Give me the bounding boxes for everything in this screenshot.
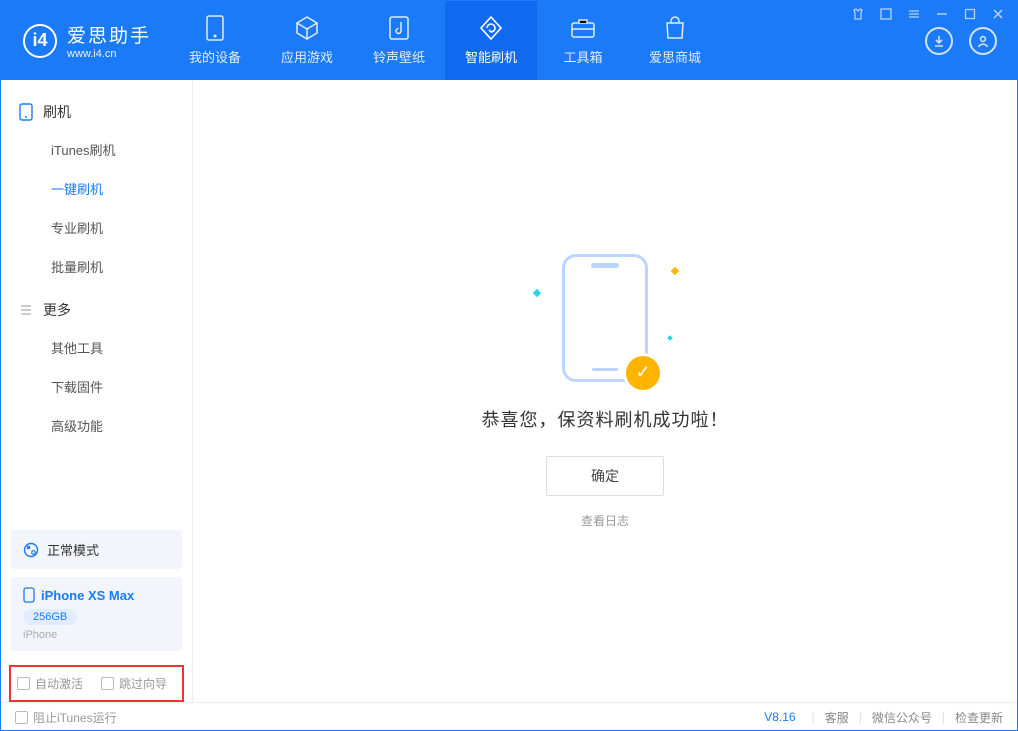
checkbox-label: 阻止iTunes运行 <box>33 709 117 726</box>
brand-url: www.i4.cn <box>67 48 151 60</box>
sidebar-group-more: 更多 <box>1 292 192 328</box>
brand-name: 爱思助手 <box>67 21 151 48</box>
checkbox-label: 跳过向导 <box>119 675 167 692</box>
sidebar: 刷机 iTunes刷机 一键刷机 专业刷机 批量刷机 更多 其他工具 下载固件 … <box>1 80 193 702</box>
checkbox-row-highlighted: 自动激活 跳过向导 <box>9 665 184 702</box>
tab-label: 应用游戏 <box>281 47 333 66</box>
checkbox-icon <box>17 677 30 690</box>
footer-link-support[interactable]: 客服 <box>825 709 849 726</box>
sidebar-item-oneclick-flash[interactable]: 一键刷机 <box>1 169 192 208</box>
window-icon[interactable] <box>878 6 894 22</box>
footer: 阻止iTunes运行 V8.16 | 客服 | 微信公众号 | 检查更新 <box>1 702 1017 731</box>
tab-label: 智能刷机 <box>465 47 517 66</box>
cube-icon <box>294 15 320 41</box>
tab-label: 铃声壁纸 <box>373 47 425 66</box>
list-icon <box>19 303 33 317</box>
success-illustration: ✓ <box>560 254 650 384</box>
maximize-button[interactable] <box>962 6 978 22</box>
sidebar-item-pro-flash[interactable]: 专业刷机 <box>1 208 192 247</box>
tab-apps-games[interactable]: 应用游戏 <box>261 1 353 80</box>
separator: | <box>812 710 815 724</box>
window-controls <box>850 6 1006 22</box>
user-button[interactable] <box>969 27 997 55</box>
header-tabs: 我的设备 应用游戏 铃声壁纸 智能刷机 工具箱 爱思商城 <box>169 1 925 80</box>
separator: | <box>859 710 862 724</box>
tab-toolbox[interactable]: 工具箱 <box>537 1 629 80</box>
device-capacity: 256GB <box>23 609 77 625</box>
group-label: 更多 <box>43 300 71 320</box>
shirt-icon[interactable] <box>850 6 866 22</box>
tab-ringtones[interactable]: 铃声壁纸 <box>353 1 445 80</box>
mode-icon <box>23 542 39 558</box>
sparkle-icon <box>667 335 673 341</box>
mode-card[interactable]: 正常模式 <box>11 530 182 569</box>
checkbox-skip-guide[interactable]: 跳过向导 <box>101 675 167 692</box>
logo-mark-icon: i4 <box>23 24 57 58</box>
success-message: 恭喜您，保资料刷机成功啦！ <box>482 406 729 432</box>
tab-label: 我的设备 <box>189 47 241 66</box>
tab-store[interactable]: 爱思商城 <box>629 1 721 80</box>
bag-icon <box>662 15 688 41</box>
sidebar-item-advanced[interactable]: 高级功能 <box>1 406 192 445</box>
ok-button[interactable]: 确定 <box>546 456 664 496</box>
tab-my-device[interactable]: 我的设备 <box>169 1 261 80</box>
separator: | <box>942 710 945 724</box>
device-name: iPhone XS Max <box>41 588 134 603</box>
music-icon <box>386 15 412 41</box>
checkbox-icon <box>101 677 114 690</box>
footer-right: V8.16 | 客服 | 微信公众号 | 检查更新 <box>764 709 1003 726</box>
footer-link-wechat[interactable]: 微信公众号 <box>872 709 932 726</box>
phone-icon <box>202 15 228 41</box>
toolbox-icon <box>570 15 596 41</box>
phone-icon <box>23 587 35 603</box>
minimize-button[interactable] <box>934 6 950 22</box>
main-content: ✓ 恭喜您，保资料刷机成功啦！ 确定 查看日志 <box>193 80 1017 702</box>
checkbox-icon <box>15 711 28 724</box>
tab-label: 爱思商城 <box>649 47 701 66</box>
checkbox-label: 自动激活 <box>35 675 83 692</box>
check-badge-icon: ✓ <box>626 356 660 390</box>
header: i4 爱思助手 www.i4.cn 我的设备 应用游戏 铃声壁纸 智能刷机 工具… <box>1 1 1017 80</box>
sidebar-item-download-firmware[interactable]: 下载固件 <box>1 367 192 406</box>
logo-text: 爱思助手 www.i4.cn <box>67 21 151 60</box>
version-label: V8.16 <box>764 710 795 724</box>
sparkle-icon <box>671 266 679 274</box>
sidebar-item-other-tools[interactable]: 其他工具 <box>1 328 192 367</box>
tab-label: 工具箱 <box>564 47 603 66</box>
footer-link-update[interactable]: 检查更新 <box>955 709 1003 726</box>
sidebar-item-batch-flash[interactable]: 批量刷机 <box>1 247 192 286</box>
download-button[interactable] <box>925 27 953 55</box>
sidebar-item-itunes-flash[interactable]: iTunes刷机 <box>1 130 192 169</box>
close-button[interactable] <box>990 6 1006 22</box>
sparkle-icon <box>533 288 541 296</box>
device-type: iPhone <box>23 629 170 641</box>
app-logo: i4 爱思助手 www.i4.cn <box>1 1 169 80</box>
view-log-link[interactable]: 查看日志 <box>581 512 629 529</box>
tab-smart-flash[interactable]: 智能刷机 <box>445 1 537 80</box>
refresh-icon <box>478 15 504 41</box>
menu-icon[interactable] <box>906 6 922 22</box>
sidebar-group-flash: 刷机 <box>1 94 192 130</box>
mode-label: 正常模式 <box>47 540 99 559</box>
checkbox-block-itunes[interactable]: 阻止iTunes运行 <box>15 709 117 726</box>
device-icon <box>19 103 33 121</box>
device-name-row: iPhone XS Max <box>23 587 170 603</box>
body: 刷机 iTunes刷机 一键刷机 专业刷机 批量刷机 更多 其他工具 下载固件 … <box>1 80 1017 702</box>
device-card[interactable]: iPhone XS Max 256GB iPhone <box>11 577 182 651</box>
checkbox-auto-activate[interactable]: 自动激活 <box>17 675 83 692</box>
group-label: 刷机 <box>43 102 71 122</box>
